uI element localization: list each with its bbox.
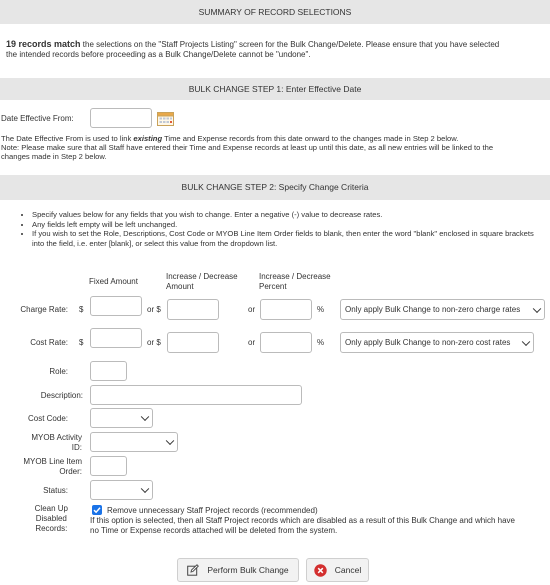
summary-message-1: the selections on the "Staff Projects Li… — [80, 40, 500, 49]
summary-header: SUMMARY OF RECORD SELECTIONS — [0, 0, 550, 24]
step2-heading: BULK CHANGE STEP 2: Specify Change Crite… — [181, 182, 369, 192]
summary-message-2: the intended records before proceeding a… — [6, 50, 311, 59]
chevron-down-icon — [521, 337, 531, 346]
charge-percent-sign: % — [317, 305, 325, 314]
date-label: Date Effective From: — [1, 114, 74, 123]
summary-message: 19 records match the selections on the "… — [6, 39, 546, 60]
myob-activity-select[interactable] — [90, 432, 178, 452]
note-1-post: Time and Expense records from this date … — [162, 134, 459, 143]
cost-code-select[interactable] — [90, 408, 153, 428]
cost-percent-input[interactable] — [260, 332, 312, 353]
charge-rate-option: Only apply Bulk Change to non-zero charg… — [345, 305, 521, 314]
charge-currency: $ — [79, 305, 84, 314]
cost-code-label: Cost Code: — [27, 414, 68, 423]
cost-currency: $ — [79, 338, 84, 347]
cost-rate-select[interactable]: Only apply Bulk Change to non-zero cost … — [340, 332, 534, 353]
cancel-icon — [314, 563, 327, 577]
perform-bulk-change-button[interactable]: Perform Bulk Change — [177, 558, 299, 582]
myob-line-input[interactable] — [90, 456, 127, 476]
cancel-button[interactable]: Cancel — [306, 558, 369, 582]
instruction-item: Any fields left empty will be left uncha… — [32, 220, 537, 230]
cancel-label: Cancel — [334, 565, 362, 575]
step2-header: BULK CHANGE STEP 2: Specify Change Crite… — [0, 175, 550, 200]
step1-note-3: changes made in Step 2 below. — [1, 152, 107, 161]
date-effective-input[interactable] — [90, 108, 152, 128]
status-select[interactable] — [90, 480, 153, 500]
perform-bulk-change-label: Perform Bulk Change — [207, 565, 289, 575]
col-incdec-amount-1: Increase / Decrease — [166, 272, 238, 281]
charge-or: or — [248, 305, 256, 314]
col-incdec-pct-2: Percent — [259, 282, 287, 291]
myob-line-label-1: MYOB Line Item — [23, 457, 82, 466]
myob-line-label-2: Order: — [59, 467, 82, 476]
charge-rate-select[interactable]: Only apply Bulk Change to non-zero charg… — [340, 299, 545, 320]
col-incdec-percent: Increase / Decrease Percent — [259, 272, 331, 292]
step1-heading: BULK CHANGE STEP 1: Enter Effective Date — [188, 84, 362, 94]
checkmark-icon — [93, 507, 101, 514]
cost-or: or — [248, 338, 256, 347]
col-fixed-amount: Fixed Amount — [89, 277, 138, 286]
cleanup-note-2: no Time or Expense records attached will… — [90, 526, 338, 535]
cleanup-note-1: If this option is selected, then all Sta… — [90, 516, 515, 525]
role-input[interactable] — [90, 361, 127, 381]
role-label: Role: — [49, 367, 68, 376]
charge-fixed-input[interactable] — [90, 296, 142, 316]
note-1-existing: existing — [133, 134, 163, 143]
summary-heading: SUMMARY OF RECORD SELECTIONS — [198, 7, 352, 17]
step1-note-2: Note: Please make sure that all Staff ha… — [1, 143, 494, 152]
cost-fixed-input[interactable] — [90, 328, 142, 348]
cost-or-currency: or $ — [147, 338, 161, 347]
step1-note: The Date Effective From is used to link … — [1, 134, 550, 161]
calendar-icon[interactable] — [157, 111, 174, 126]
charge-or-currency: or $ — [147, 305, 161, 314]
charge-rate-label: Charge Rate: — [20, 305, 68, 314]
cost-incdec-amount-input[interactable] — [167, 332, 219, 353]
instruction-item: Specify values below for any fields that… — [32, 210, 537, 220]
col-incdec-amount-2: Amount — [166, 282, 194, 291]
charge-percent-input[interactable] — [260, 299, 312, 320]
description-input[interactable] — [90, 385, 302, 405]
cost-rate-label: Cost Rate: — [30, 338, 68, 347]
myob-activity-label-2: ID: — [71, 443, 82, 452]
cleanup-note: If this option is selected, then all Sta… — [90, 516, 546, 536]
col-incdec-pct-1: Increase / Decrease — [259, 272, 331, 281]
step1-note-1: The Date Effective From is used to link … — [1, 134, 458, 143]
description-label: Description: — [40, 391, 83, 400]
cleanup-label-3: Records: — [35, 524, 68, 533]
cleanup-label: Clean Up Disabled Records: — [35, 504, 68, 534]
chevron-down-icon — [165, 436, 175, 446]
cleanup-label-2: Disabled — [35, 514, 67, 523]
record-count: 19 records match — [6, 39, 81, 49]
cost-rate-option: Only apply Bulk Change to non-zero cost … — [345, 338, 511, 347]
cleanup-option-label[interactable]: Remove unnecessary Staff Project records… — [107, 506, 318, 515]
charge-incdec-amount-input[interactable] — [167, 299, 219, 320]
instruction-item: If you wish to set the Role, Description… — [32, 229, 537, 248]
chevron-down-icon — [140, 412, 150, 422]
myob-activity-label: MYOB Activity ID: — [31, 433, 82, 453]
edit-icon — [187, 564, 200, 576]
myob-activity-label-1: MYOB Activity — [31, 433, 82, 442]
cleanup-checkbox[interactable] — [92, 505, 102, 515]
myob-line-label: MYOB Line Item Order: — [23, 457, 82, 477]
chevron-down-icon — [140, 484, 150, 494]
status-label: Status: — [43, 486, 68, 495]
instructions-list: Specify values below for any fields that… — [22, 210, 537, 248]
note-1-pre: The Date Effective From is used to link — [1, 134, 134, 143]
chevron-down-icon — [532, 304, 542, 313]
cleanup-label-1: Clean Up — [34, 504, 68, 513]
col-incdec-amount: Increase / Decrease Amount — [166, 272, 238, 292]
step1-header: BULK CHANGE STEP 1: Enter Effective Date — [0, 78, 550, 100]
cost-percent-sign: % — [317, 338, 325, 347]
